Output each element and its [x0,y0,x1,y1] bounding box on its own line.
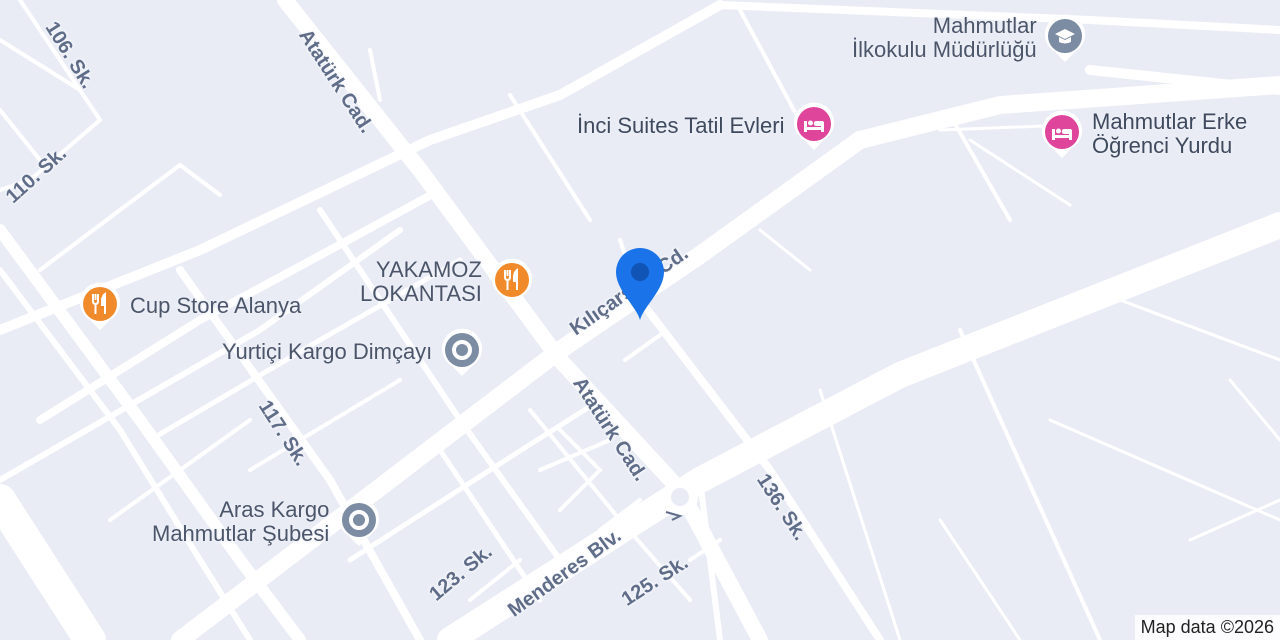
map-attribution[interactable]: Map data ©2026 [1134,615,1280,640]
poi-inci-suites[interactable]: İnci Suites Tatil Evleri [577,100,836,152]
poi-yurtici-kargo[interactable]: Yurtiçi Kargo Dimçayı [222,326,484,378]
bed-icon[interactable] [792,100,836,152]
place-icon[interactable] [337,496,381,548]
poi-cup-store[interactable]: Cup Store Alanya [78,280,301,332]
poi-yakamoz[interactable]: YAKAMOZ LOKANTASI [360,256,534,308]
school-icon[interactable] [1043,12,1087,64]
poi-ogrenci-yurdu[interactable]: Mahmutlar Erke Öğrenci Yurdu [1040,108,1247,160]
restaurant-icon[interactable] [78,280,122,332]
poi-school-label: Mahmutlar İlkokulu Müdürlüğü [852,13,1037,62]
poi-ogrenci-yurdu-label: Mahmutlar Erke Öğrenci Yurdu [1092,109,1248,158]
map-canvas[interactable]: 106. Sk. 110. Sk. Atatürk Cad. Kılıçarsl… [0,0,1280,640]
location-pin-icon[interactable] [612,246,668,322]
poi-inci-suites-label: İnci Suites Tatil Evleri [577,113,785,138]
poi-cup-store-label: Cup Store Alanya [130,293,302,318]
place-icon[interactable] [440,326,484,378]
poi-yakamoz-label: YAKAMOZ LOKANTASI [360,257,482,306]
poi-aras-kargo-label: Aras Kargo Mahmutlar Şubesi [152,497,330,546]
poi-school[interactable]: Mahmutlar İlkokulu Müdürlüğü [852,12,1087,64]
bed-icon[interactable] [1040,108,1084,160]
poi-yurtici-kargo-label: Yurtiçi Kargo Dimçayı [222,339,433,364]
poi-aras-kargo[interactable]: Aras Kargo Mahmutlar Şubesi [152,496,381,548]
restaurant-icon[interactable] [490,256,534,308]
